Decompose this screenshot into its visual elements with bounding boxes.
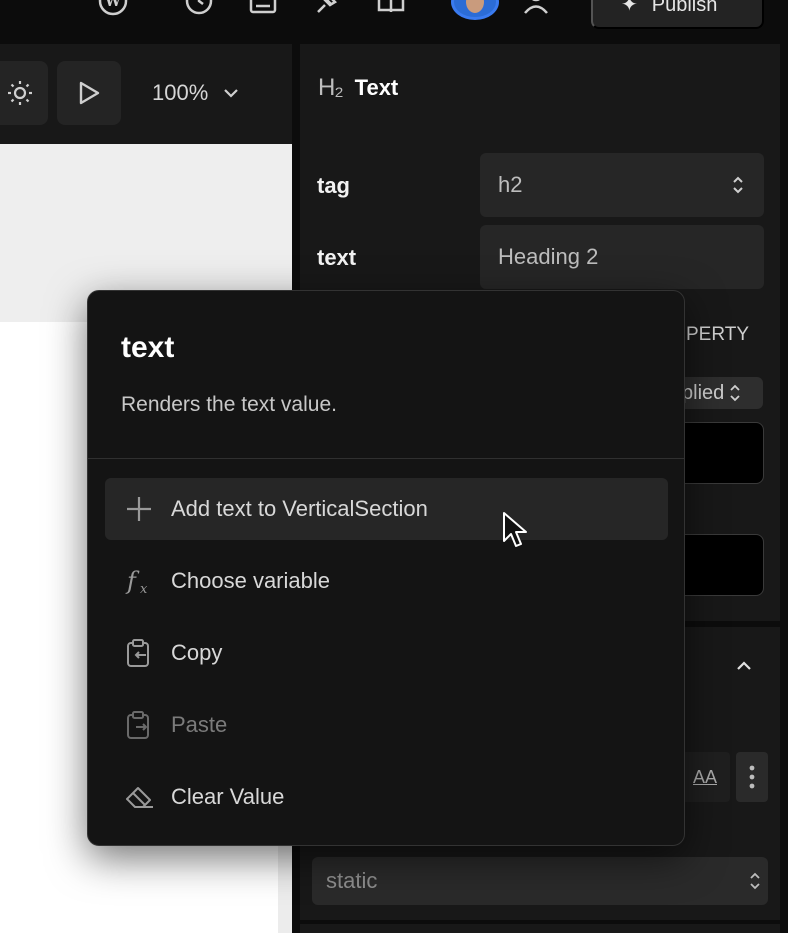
text-value: Heading 2 bbox=[498, 244, 599, 269]
heading-icon: H₂ bbox=[318, 74, 344, 101]
more-vertical-icon bbox=[749, 765, 755, 789]
popup-description: Renders the text value. bbox=[121, 393, 337, 416]
eraser-icon bbox=[123, 781, 155, 813]
panel-title-text: Text bbox=[354, 75, 399, 100]
context-menu: text Renders the text value. Add text to… bbox=[87, 290, 685, 846]
menu-item-choose-variable[interactable]: fx Choose variable bbox=[105, 550, 668, 612]
tag-label: tag bbox=[317, 173, 350, 198]
pin-icon: ✦ bbox=[621, 0, 638, 16]
sun-icon bbox=[8, 81, 32, 105]
avatar[interactable] bbox=[451, 0, 499, 20]
position-select[interactable]: static bbox=[312, 857, 768, 905]
menu-item-label: Copy bbox=[171, 640, 223, 665]
menu-item-copy[interactable]: Copy bbox=[105, 622, 668, 684]
popup-divider bbox=[88, 458, 684, 459]
wordpress-icon[interactable]: W bbox=[98, 0, 128, 16]
text-label: text bbox=[317, 245, 357, 270]
position-value: static bbox=[326, 868, 378, 893]
preview-button[interactable] bbox=[57, 61, 121, 125]
stepper-icon bbox=[750, 872, 760, 890]
book-icon[interactable] bbox=[376, 0, 406, 16]
stepper-icon bbox=[733, 176, 743, 194]
property-heading: PERTY bbox=[686, 324, 750, 345]
play-icon bbox=[79, 81, 100, 105]
tag-value: h2 bbox=[498, 172, 523, 197]
users-icon[interactable] bbox=[523, 0, 553, 16]
publish-label: Publish bbox=[651, 0, 718, 16]
menu-item-label: Choose variable bbox=[171, 568, 330, 593]
menu-item-paste[interactable]: Paste bbox=[105, 694, 668, 756]
svg-text:x: x bbox=[140, 582, 148, 596]
chevron-up-icon[interactable] bbox=[734, 656, 754, 676]
plus-icon bbox=[123, 493, 155, 525]
text-case-icon[interactable]: AA bbox=[680, 752, 730, 802]
svg-text:W: W bbox=[104, 0, 121, 10]
zoom-value: 100% bbox=[152, 80, 209, 105]
chevron-down-icon bbox=[224, 89, 239, 98]
cursor-icon bbox=[503, 512, 527, 547]
history-icon[interactable] bbox=[184, 0, 214, 16]
menu-item-clear-value[interactable]: Clear Value bbox=[105, 766, 668, 828]
stepper-icon bbox=[730, 384, 740, 402]
menu-item-label: Add text to VerticalSection bbox=[171, 496, 428, 521]
theme-toggle-button[interactable] bbox=[0, 61, 48, 125]
text-input[interactable]: Heading 2 bbox=[480, 225, 764, 289]
menu-item-add-text[interactable]: Add text to VerticalSection bbox=[105, 478, 668, 540]
zoom-select[interactable]: 100% bbox=[152, 61, 240, 125]
paste-icon bbox=[123, 709, 155, 741]
canvas-toolbar: 100% bbox=[0, 44, 292, 144]
panel-footer bbox=[300, 924, 780, 933]
app-root: W ✦ Publish 100% H₂ Text tag h2 text Hea… bbox=[0, 0, 788, 933]
copy-icon bbox=[123, 637, 155, 669]
publish-button[interactable]: ✦ Publish bbox=[591, 0, 764, 29]
pages-icon[interactable] bbox=[248, 0, 278, 16]
svg-text:f: f bbox=[125, 567, 140, 595]
popup-title: text bbox=[121, 331, 175, 364]
more-options-button[interactable] bbox=[736, 752, 768, 802]
function-icon: fx bbox=[123, 565, 155, 597]
pin-icon[interactable] bbox=[312, 0, 342, 16]
menu-item-label: Paste bbox=[171, 712, 228, 737]
menu-item-label: Clear Value bbox=[171, 784, 285, 809]
top-bar: W ✦ Publish bbox=[0, 0, 788, 44]
avatar-face bbox=[466, 0, 484, 13]
tag-select[interactable]: h2 bbox=[480, 153, 764, 217]
applied-value: plied bbox=[682, 381, 725, 404]
panel-title: H₂ Text bbox=[318, 74, 398, 102]
